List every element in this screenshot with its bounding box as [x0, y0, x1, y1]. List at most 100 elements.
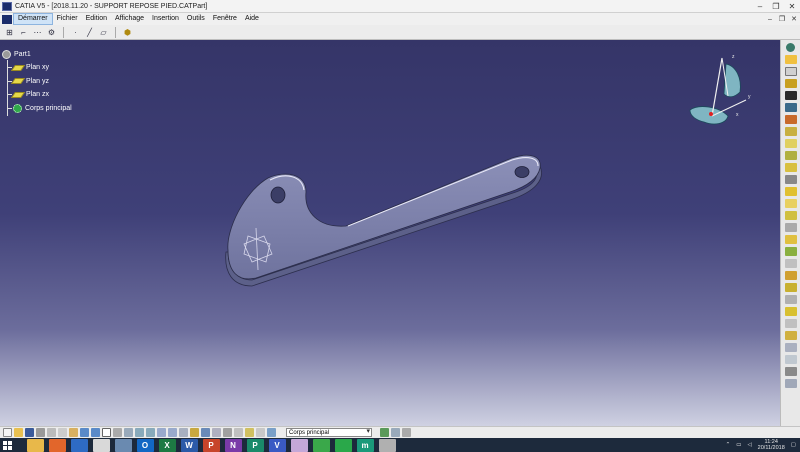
print-icon[interactable] [36, 428, 45, 437]
windows-taskbar-icon[interactable] [70, 438, 88, 452]
rotate-icon[interactable] [784, 259, 797, 268]
shading-icon[interactable] [201, 428, 210, 437]
chrome-taskbar-icon[interactable] [92, 438, 110, 452]
zoom-in-icon[interactable] [157, 428, 166, 437]
thickness-icon[interactable] [784, 211, 797, 220]
update-icon[interactable] [380, 428, 389, 437]
menu-insertion[interactable]: Insertion [148, 13, 183, 25]
compass-tool-icon[interactable] [786, 43, 795, 52]
menu-aide[interactable]: Aide [241, 13, 263, 25]
rotate-view-icon[interactable] [146, 428, 155, 437]
scene-icon[interactable] [391, 428, 400, 437]
slot-icon[interactable] [784, 151, 797, 160]
groove-icon[interactable] [784, 115, 797, 124]
compass-widget[interactable]: z y x [684, 52, 754, 132]
constraint-icon[interactable]: ⚙ [46, 27, 57, 38]
pocket-icon[interactable] [784, 91, 797, 100]
powerpoint-taskbar-icon[interactable]: P [202, 438, 220, 452]
maximize-icon[interactable]: ❐ [768, 0, 784, 13]
app-taskbar-icon[interactable] [114, 438, 132, 452]
word-taskbar-icon[interactable]: W [180, 438, 198, 452]
cut-icon[interactable] [47, 428, 56, 437]
visio-taskbar-icon[interactable]: V [268, 438, 286, 452]
firefox-taskbar-icon[interactable] [48, 438, 66, 452]
add-body-icon[interactable] [784, 319, 797, 328]
hole-icon[interactable] [784, 127, 797, 136]
apply-material-icon[interactable] [784, 379, 797, 388]
open-icon[interactable] [14, 428, 23, 437]
redo-icon[interactable] [91, 428, 100, 437]
notification-icon[interactable]: ▢ [791, 442, 796, 448]
doc-minimize-icon[interactable]: – [764, 13, 776, 25]
plane-tool-icon[interactable]: ▱ [98, 27, 109, 38]
fit-all-icon[interactable] [124, 428, 133, 437]
thread-icon[interactable] [784, 223, 797, 232]
3d-viewport[interactable]: Part1 Plan xy Plan yz Plan zx Corps prin… [0, 40, 780, 426]
start-button[interactable] [0, 438, 14, 452]
pan-icon[interactable] [135, 428, 144, 437]
excel-taskbar-icon[interactable]: X [158, 438, 176, 452]
save-icon[interactable] [25, 428, 34, 437]
outlook-taskbar-icon[interactable]: O [136, 438, 154, 452]
normal-view-icon[interactable] [179, 428, 188, 437]
doc-close-icon[interactable]: ✕ [788, 13, 800, 25]
draft-icon[interactable] [784, 187, 797, 196]
exit-sketch-icon[interactable] [267, 428, 276, 437]
tray-arrow-icon[interactable]: ⌃ [726, 442, 731, 448]
cover-icon[interactable] [234, 428, 243, 437]
doc-restore-icon[interactable]: ❐ [776, 13, 788, 25]
catalog-icon[interactable] [402, 428, 411, 437]
menu-outils[interactable]: Outils [183, 13, 209, 25]
pattern-icon[interactable] [784, 283, 797, 292]
catia-taskbar-icon[interactable] [378, 438, 396, 452]
hide-show-icon[interactable] [212, 428, 221, 437]
evernote-taskbar-icon[interactable] [334, 438, 352, 452]
measure-icon[interactable] [784, 355, 797, 364]
grid-icon[interactable]: ⊞ [4, 27, 15, 38]
new-icon[interactable] [3, 428, 12, 437]
assemble-icon[interactable] [784, 307, 797, 316]
clock[interactable]: 11:24 20/11/2018 [758, 439, 785, 451]
remove-body-icon[interactable] [784, 331, 797, 340]
fly-icon[interactable] [113, 428, 122, 437]
pencil-icon[interactable] [784, 55, 797, 64]
scale-icon[interactable] [784, 295, 797, 304]
menu-fichier[interactable]: Fichier [53, 13, 82, 25]
point-icon[interactable]: · [70, 27, 81, 38]
paint-taskbar-icon[interactable] [290, 438, 308, 452]
close-icon[interactable]: ✕ [784, 0, 800, 13]
line-icon[interactable]: ╱ [84, 27, 95, 38]
publisher-taskbar-icon[interactable]: P [246, 438, 264, 452]
construction-icon[interactable]: ⋯ [32, 27, 43, 38]
volume-icon[interactable]: ◁ [747, 442, 751, 448]
menu-demarrer[interactable]: Démarrer [13, 13, 53, 25]
menu-edition[interactable]: Edition [82, 13, 111, 25]
remove-face-icon[interactable] [784, 235, 797, 244]
intersect-icon[interactable] [784, 343, 797, 352]
translate-icon[interactable] [784, 247, 797, 256]
pad-icon[interactable] [784, 79, 797, 88]
fillet-icon[interactable] [784, 163, 797, 172]
part-icon[interactable]: ⬢ [122, 27, 133, 38]
snap-icon[interactable]: ⌐ [18, 27, 29, 38]
tool-taskbar-icon[interactable] [312, 438, 330, 452]
menu-fenetre[interactable]: Fenêtre [209, 13, 241, 25]
plane-view-icon[interactable] [256, 428, 265, 437]
swap-space-icon[interactable] [223, 428, 232, 437]
rib-icon[interactable] [784, 139, 797, 148]
iso-view-icon[interactable] [190, 428, 199, 437]
undo-icon[interactable] [80, 428, 89, 437]
mirror-icon[interactable] [784, 271, 797, 280]
part-model[interactable] [0, 40, 780, 426]
document-icon[interactable] [2, 14, 12, 24]
m-app-taskbar-icon[interactable]: m [356, 438, 374, 452]
paste-icon[interactable] [69, 428, 78, 437]
current-body-select[interactable]: Corps principal [286, 428, 372, 437]
sketcher-icon[interactable] [245, 428, 254, 437]
menu-affichage[interactable]: Affichage [111, 13, 148, 25]
help-icon[interactable] [102, 428, 111, 437]
explorer-taskbar-icon[interactable] [26, 438, 44, 452]
zoom-out-icon[interactable] [168, 428, 177, 437]
onenote-taskbar-icon[interactable]: N [224, 438, 242, 452]
sketch-icon[interactable] [784, 67, 797, 76]
